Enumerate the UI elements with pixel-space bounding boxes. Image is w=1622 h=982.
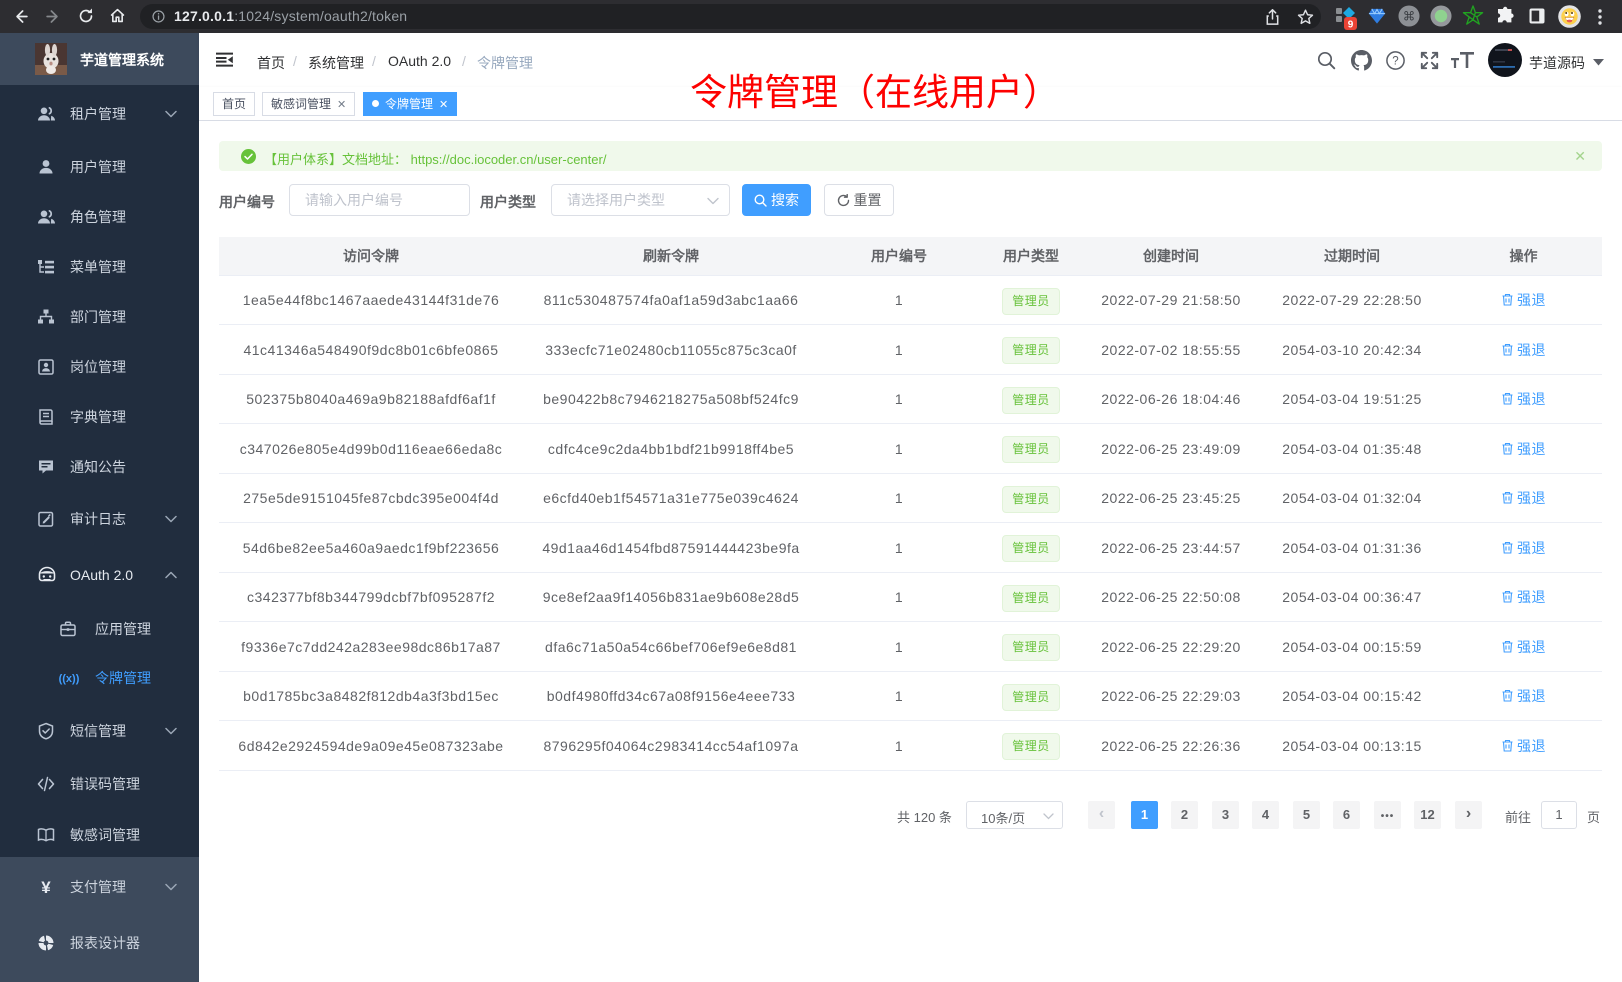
svg-text:?: ? xyxy=(1392,56,1398,68)
svg-text:((x)): ((x)) xyxy=(59,673,79,685)
svg-text:⌘: ⌘ xyxy=(1403,9,1415,23)
svg-text:9: 9 xyxy=(1348,20,1354,31)
svg-text:¥: ¥ xyxy=(41,878,51,896)
